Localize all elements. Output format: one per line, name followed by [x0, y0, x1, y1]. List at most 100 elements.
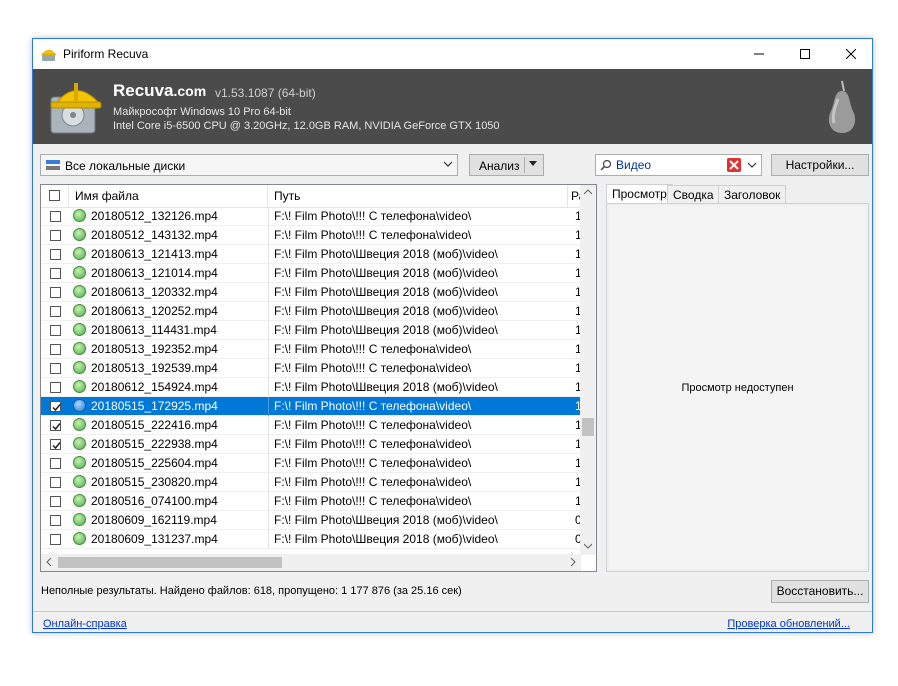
horizontal-scrollbar[interactable]	[41, 554, 581, 571]
table-row[interactable]: 20180613_114431.mp4 F:\! Film Photo\Швеци…	[41, 321, 582, 340]
row-checkbox[interactable]	[50, 249, 61, 260]
scroll-down-icon[interactable]	[584, 543, 592, 549]
file-type-filter[interactable]: Видео	[595, 154, 762, 176]
file-name: 20180613_114431.mp4	[91, 323, 217, 337]
row-checkbox[interactable]	[50, 363, 61, 374]
recovery-state-icon	[73, 247, 86, 260]
row-checkbox[interactable]	[50, 306, 61, 317]
table-row[interactable]: 20180512_132126.mp4 F:\! Film Photo\!!! С…	[41, 207, 582, 226]
table-row[interactable]: 20180515_230820.mp4 F:\! Film Photo\!!! С…	[41, 473, 582, 492]
table-row[interactable]: 20180512_143132.mp4 F:\! Film Photo\!!! С…	[41, 226, 582, 245]
app-name: Recuva.com	[113, 81, 207, 100]
row-checkbox[interactable]	[50, 287, 61, 298]
file-name: 20180512_132126.mp4	[91, 209, 218, 223]
row-checkbox[interactable]	[50, 420, 61, 431]
clear-icon	[729, 160, 739, 170]
dropdown-arrow-icon[interactable]	[529, 161, 537, 167]
file-name: 20180513_192352.mp4	[91, 342, 218, 356]
file-name: 20180515_225604.mp4	[91, 456, 218, 470]
file-path: F:\! Film Photo\!!! С телефона\video\	[274, 475, 472, 489]
table-row[interactable]: 20180515_172925.mp4 F:\! Film Photo\!!! С…	[41, 397, 582, 416]
table-row[interactable]: 20180613_121014.mp4 F:\! Film Photo\Швеци…	[41, 264, 582, 283]
row-checkbox[interactable]	[50, 211, 61, 222]
recovery-state-icon	[73, 228, 86, 241]
row-checkbox[interactable]	[50, 496, 61, 507]
file-rows: 20180512_132126.mp4 F:\! Film Photo\!!! С…	[41, 207, 582, 549]
column-separator	[268, 416, 269, 435]
scan-button[interactable]: Анализ	[469, 154, 544, 176]
vertical-scroll-thumb[interactable]	[582, 418, 594, 436]
select-all-checkbox[interactable]	[49, 190, 60, 201]
file-list[interactable]: Имя файла Путь Размер 20180512_132126.mp…	[40, 184, 597, 572]
app-header: Recuva.com v1.53.1087 (64-bit) Майкрософ…	[33, 69, 872, 144]
row-checkbox[interactable]	[50, 230, 61, 241]
app-version: v1.53.1087 (64-bit)	[215, 86, 316, 100]
title-bar[interactable]: Piriform Recuva	[33, 39, 872, 69]
row-checkbox[interactable]	[50, 477, 61, 488]
column-header-path[interactable]: Путь	[268, 185, 568, 207]
check-updates-link[interactable]: Проверка обновлений...	[727, 618, 850, 630]
scroll-left-icon[interactable]	[46, 558, 52, 566]
row-checkbox[interactable]	[50, 439, 61, 450]
piriform-pear-icon	[828, 80, 856, 133]
row-checkbox[interactable]	[50, 515, 61, 526]
row-checkbox[interactable]	[50, 344, 61, 355]
file-name: 20180513_192539.mp4	[91, 361, 218, 375]
table-row[interactable]: 20180513_192352.mp4 F:\! Film Photo\!!! С…	[41, 340, 582, 359]
restore-button[interactable]: Восстановить...	[771, 580, 869, 603]
table-row[interactable]: 20180609_131237.mp4 F:\! Film Photo\Швеци…	[41, 530, 582, 549]
row-checkbox[interactable]	[50, 534, 61, 545]
column-separator	[268, 530, 269, 549]
row-checkbox[interactable]	[50, 268, 61, 279]
drive-select[interactable]: Все локальные диски	[40, 154, 458, 176]
clear-filter-button[interactable]	[727, 158, 741, 172]
table-row[interactable]: 20180613_120252.mp4 F:\! Film Photo\Швеци…	[41, 302, 582, 321]
checkmark-icon	[52, 442, 61, 450]
file-path: F:\! Film Photo\!!! С телефона\video\	[274, 494, 472, 508]
scroll-up-icon[interactable]	[584, 189, 592, 195]
recovery-state-icon	[73, 304, 86, 317]
scroll-right-icon[interactable]	[570, 558, 576, 566]
vertical-scrollbar[interactable]	[580, 185, 596, 555]
chevron-down-icon[interactable]	[747, 160, 757, 170]
file-path: F:\! Film Photo\!!! С телефона\video\	[274, 228, 472, 242]
recovery-state-icon	[73, 209, 86, 222]
tab-summary[interactable]: Сводка	[667, 185, 720, 203]
file-name: 20180516_074100.mp4	[91, 494, 218, 508]
table-row[interactable]: 20180515_225604.mp4 F:\! Film Photo\!!! С…	[41, 454, 582, 473]
recovery-state-icon	[73, 266, 86, 279]
table-row[interactable]: 20180516_074100.mp4 F:\! Film Photo\!!! С…	[41, 492, 582, 511]
hardware-info: Intel Core i5-6500 CPU @ 3.20GHz, 12.0GB…	[113, 120, 500, 132]
file-name: 20180609_162119.mp4	[91, 513, 217, 527]
horizontal-scroll-thumb[interactable]	[58, 557, 282, 568]
close-button[interactable]	[828, 39, 874, 69]
row-checkbox[interactable]	[50, 401, 61, 412]
row-checkbox[interactable]	[50, 382, 61, 393]
table-row[interactable]: 20180515_222416.mp4 F:\! Film Photo\!!! С…	[41, 416, 582, 435]
row-checkbox[interactable]	[50, 325, 61, 336]
table-row[interactable]: 20180515_222938.mp4 F:\! Film Photo\!!! С…	[41, 435, 582, 454]
online-help-link[interactable]: Онлайн-справка	[43, 618, 127, 630]
tab-preview[interactable]: Просмотр	[606, 184, 673, 204]
table-row[interactable]: 20180609_162119.mp4 F:\! Film Photo\Швеци…	[41, 511, 582, 530]
column-header-name[interactable]: Имя файла	[69, 185, 268, 207]
file-path: F:\! Film Photo\!!! С телефона\video\	[274, 209, 472, 223]
maximize-button[interactable]	[782, 39, 828, 69]
settings-button[interactable]: Настройки...	[771, 154, 869, 176]
row-checkbox[interactable]	[50, 458, 61, 469]
table-row[interactable]: 20180612_154924.mp4 F:\! Film Photo\Швеци…	[41, 378, 582, 397]
info-tabs: Просмотр Сводка Заголовок Просмотр недос…	[606, 184, 869, 572]
file-name: 20180515_172925.mp4	[91, 399, 218, 413]
column-separator	[268, 397, 269, 416]
file-path: F:\! Film Photo\Швеция 2018 (моб)\video\	[274, 513, 498, 527]
filter-value: Видео	[616, 158, 652, 172]
select-all-cell	[41, 185, 69, 207]
table-row[interactable]: 20180513_192539.mp4 F:\! Film Photo\!!! С…	[41, 359, 582, 378]
tab-header[interactable]: Заголовок	[718, 185, 787, 203]
table-row[interactable]: 20180613_120332.mp4 F:\! Film Photo\Швеци…	[41, 283, 582, 302]
file-name: 20180515_222938.mp4	[91, 437, 218, 451]
minimize-button[interactable]	[736, 39, 782, 69]
table-row[interactable]: 20180613_121413.mp4 F:\! Film Photo\Швеци…	[41, 245, 582, 264]
column-separator	[268, 359, 269, 378]
column-separator	[268, 283, 269, 302]
